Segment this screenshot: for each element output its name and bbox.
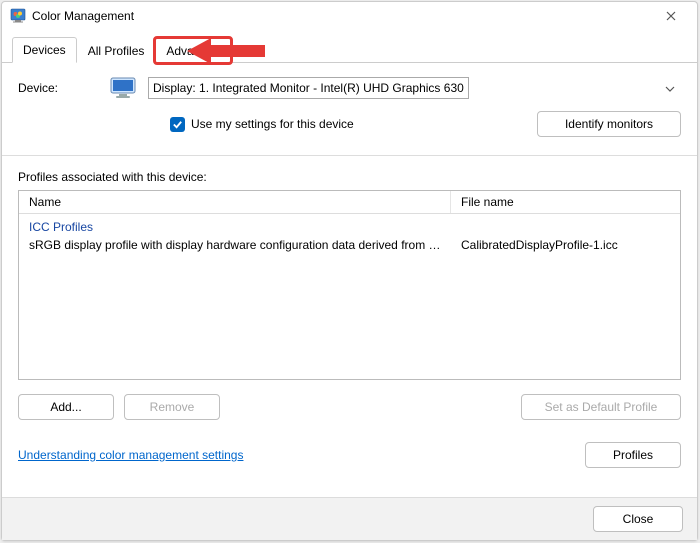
profiles-body: ICC Profiles sRGB display profile with d… (19, 214, 680, 379)
window-title: Color Management (32, 9, 134, 23)
monitor-icon (110, 77, 136, 99)
set-default-profile-button: Set as Default Profile (521, 394, 681, 420)
add-button[interactable]: Add... (18, 394, 114, 420)
use-my-settings-label: Use my settings for this device (191, 117, 354, 131)
profile-file-cell: CalibratedDisplayProfile-1.icc (451, 238, 680, 252)
checkmark-icon (170, 117, 185, 132)
device-select[interactable]: Display: 1. Integrated Monitor - Intel(R… (148, 77, 469, 99)
profiles-section-label: Profiles associated with this device: (18, 170, 681, 184)
dialog-footer: Close (2, 497, 697, 540)
column-name-header[interactable]: Name (19, 191, 451, 213)
footer-links-row: Understanding color management settings … (18, 442, 681, 468)
color-management-window: Color Management Devices All Profiles Ad… (1, 1, 698, 541)
profile-group-label: ICC Profiles (19, 214, 680, 236)
column-file-header[interactable]: File name (451, 191, 680, 213)
divider (2, 155, 697, 156)
identify-monitors-button[interactable]: Identify monitors (537, 111, 681, 137)
tab-devices[interactable]: Devices (12, 37, 77, 63)
titlebar: Color Management (2, 2, 697, 30)
use-my-settings-checkbox[interactable]: Use my settings for this device (170, 117, 354, 132)
device-select-wrap: Display: 1. Integrated Monitor - Intel(R… (148, 77, 681, 99)
window-close-button[interactable] (653, 6, 689, 26)
remove-button: Remove (124, 394, 220, 420)
profile-name-cell: sRGB display profile with display hardwa… (19, 238, 451, 252)
tab-strip: Devices All Profiles Advanced (2, 30, 697, 63)
profile-row[interactable]: sRGB display profile with display hardwa… (19, 236, 680, 254)
tab-advanced[interactable]: Advanced (155, 38, 230, 63)
profile-buttons-row: Add... Remove Set as Default Profile (18, 394, 681, 420)
profiles-listview[interactable]: Name File name ICC Profiles sRGB display… (18, 190, 681, 380)
app-color-wheel-icon (10, 8, 26, 24)
understanding-link[interactable]: Understanding color management settings (18, 448, 243, 462)
profiles-button[interactable]: Profiles (585, 442, 681, 468)
use-settings-row: Use my settings for this device Identify… (170, 111, 681, 137)
device-row: Device: Display: 1. Integrated Monitor -… (18, 77, 681, 99)
device-label: Device: (18, 81, 98, 95)
profiles-header: Name File name (19, 191, 680, 214)
chevron-down-icon (665, 81, 675, 95)
tab-all-profiles[interactable]: All Profiles (77, 38, 156, 63)
close-button[interactable]: Close (593, 506, 683, 532)
tab-content-devices: Device: Display: 1. Integrated Monitor -… (2, 63, 697, 497)
